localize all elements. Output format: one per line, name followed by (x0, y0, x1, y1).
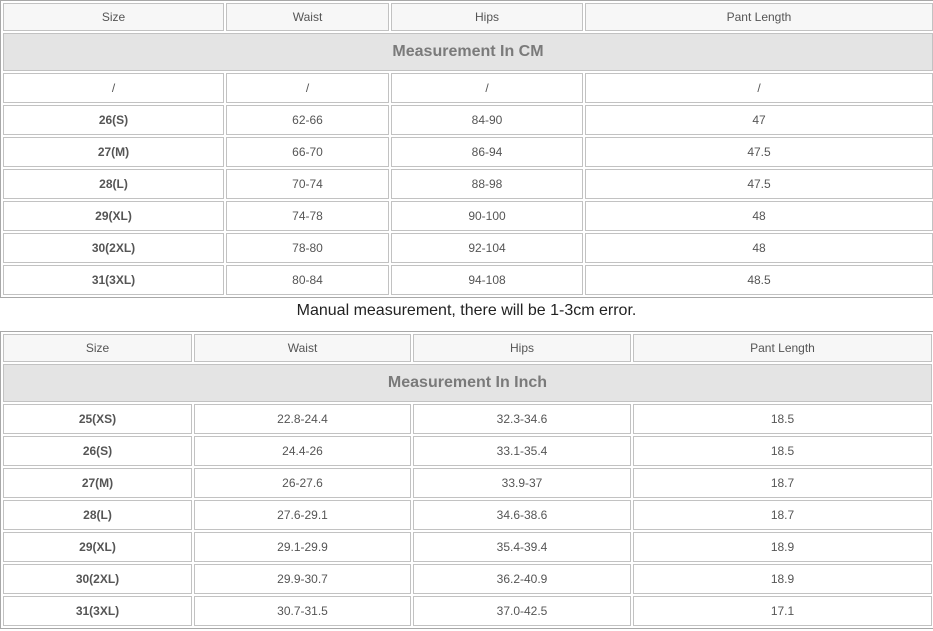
header-pant-length: Pant Length (585, 3, 933, 31)
table-cell: 18.7 (633, 468, 932, 498)
table-cell: 33.9-37 (413, 468, 631, 498)
table-cell-size: 25(XS) (3, 404, 192, 434)
table-title-row: Measurement In Inch (3, 364, 932, 402)
table-cell-size: 27(M) (3, 468, 192, 498)
table-cell: 94-108 (391, 265, 583, 295)
header-pant-length: Pant Length (633, 334, 932, 362)
table-cell: 70-74 (226, 169, 389, 199)
table-cell: 86-94 (391, 137, 583, 167)
table-title-inch: Measurement In Inch (3, 364, 932, 402)
table-cell: 33.1-35.4 (413, 436, 631, 466)
table-cell: 30.7-31.5 (194, 596, 411, 626)
header-size: Size (3, 3, 224, 31)
table-row: 28(L) 27.6-29.1 34.6-38.6 18.7 (3, 500, 932, 530)
table-row: 28(L) 70-74 88-98 47.5 (3, 169, 933, 199)
table-cell: 47 (585, 105, 933, 135)
table-cell: 48.5 (585, 265, 933, 295)
table-cell: / (585, 73, 933, 103)
table-cell: / (226, 73, 389, 103)
table-row: 29(XL) 29.1-29.9 35.4-39.4 18.9 (3, 532, 932, 562)
table-cell: 22.8-24.4 (194, 404, 411, 434)
table-cell: 37.0-42.5 (413, 596, 631, 626)
table-cell: 29.9-30.7 (194, 564, 411, 594)
table-cell: 47.5 (585, 137, 933, 167)
table-cell: 36.2-40.9 (413, 564, 631, 594)
table-cell: 80-84 (226, 265, 389, 295)
table-cell: 26-27.6 (194, 468, 411, 498)
table-cell-size: 31(3XL) (3, 596, 192, 626)
table-cell: 27.6-29.1 (194, 500, 411, 530)
header-hips: Hips (391, 3, 583, 31)
table-row: 26(S) 62-66 84-90 47 (3, 105, 933, 135)
header-waist: Waist (226, 3, 389, 31)
table-cell: 90-100 (391, 201, 583, 231)
table-cell: 24.4-26 (194, 436, 411, 466)
table-cell: 34.6-38.6 (413, 500, 631, 530)
table-cell: 62-66 (226, 105, 389, 135)
table-cell: 84-90 (391, 105, 583, 135)
table-cell-size: 31(3XL) (3, 265, 224, 295)
table-cell-size: 28(L) (3, 169, 224, 199)
table-cell-size: 29(XL) (3, 201, 224, 231)
table-cell: / (391, 73, 583, 103)
table-title-row: Measurement In CM (3, 33, 933, 71)
table-row: 29(XL) 74-78 90-100 48 (3, 201, 933, 231)
table-cell-size: 26(S) (3, 436, 192, 466)
table-cell: 47.5 (585, 169, 933, 199)
table-row: 26(S) 24.4-26 33.1-35.4 18.5 (3, 436, 932, 466)
table-row: / / / / (3, 73, 933, 103)
table-cell-size: 30(2XL) (3, 233, 224, 263)
table-cell: 17.1 (633, 596, 932, 626)
table-cell: 18.7 (633, 500, 932, 530)
table-cell: 18.5 (633, 404, 932, 434)
table-row: 30(2XL) 78-80 92-104 48 (3, 233, 933, 263)
table-row: 31(3XL) 30.7-31.5 37.0-42.5 17.1 (3, 596, 932, 626)
table-cell: 88-98 (391, 169, 583, 199)
table-cell: 66-70 (226, 137, 389, 167)
table-cell: 29.1-29.9 (194, 532, 411, 562)
table-cell: 92-104 (391, 233, 583, 263)
table-cell-size: 29(XL) (3, 532, 192, 562)
table-title-cm: Measurement In CM (3, 33, 933, 71)
table-header-row: Size Waist Hips Pant Length (3, 3, 933, 31)
header-size: Size (3, 334, 192, 362)
table-cell-size: 28(L) (3, 500, 192, 530)
table-row: 27(M) 66-70 86-94 47.5 (3, 137, 933, 167)
measurement-note: Manual measurement, there will be 1-3cm … (296, 302, 637, 319)
table-header-row: Size Waist Hips Pant Length (3, 334, 932, 362)
table-row: 25(XS) 22.8-24.4 32.3-34.6 18.5 (3, 404, 932, 434)
table-cell: 32.3-34.6 (413, 404, 631, 434)
table-row: 31(3XL) 80-84 94-108 48.5 (3, 265, 933, 295)
table-cell: 18.9 (633, 564, 932, 594)
header-hips: Hips (413, 334, 631, 362)
header-waist: Waist (194, 334, 411, 362)
table-cell: 18.9 (633, 532, 932, 562)
table-cell-size: 30(2XL) (3, 564, 192, 594)
size-table-inch: Size Waist Hips Pant Length Measurement … (0, 331, 933, 629)
table-cell: 35.4-39.4 (413, 532, 631, 562)
table-row: 30(2XL) 29.9-30.7 36.2-40.9 18.9 (3, 564, 932, 594)
table-cell: 74-78 (226, 201, 389, 231)
table-cell: 48 (585, 233, 933, 263)
table-cell: 78-80 (226, 233, 389, 263)
table-cell: / (3, 73, 224, 103)
table-cell: 48 (585, 201, 933, 231)
table-cell-size: 26(S) (3, 105, 224, 135)
table-cell: 18.5 (633, 436, 932, 466)
table-row: 27(M) 26-27.6 33.9-37 18.7 (3, 468, 932, 498)
table-cell-size: 27(M) (3, 137, 224, 167)
size-table-cm: Size Waist Hips Pant Length Measurement … (0, 0, 933, 298)
